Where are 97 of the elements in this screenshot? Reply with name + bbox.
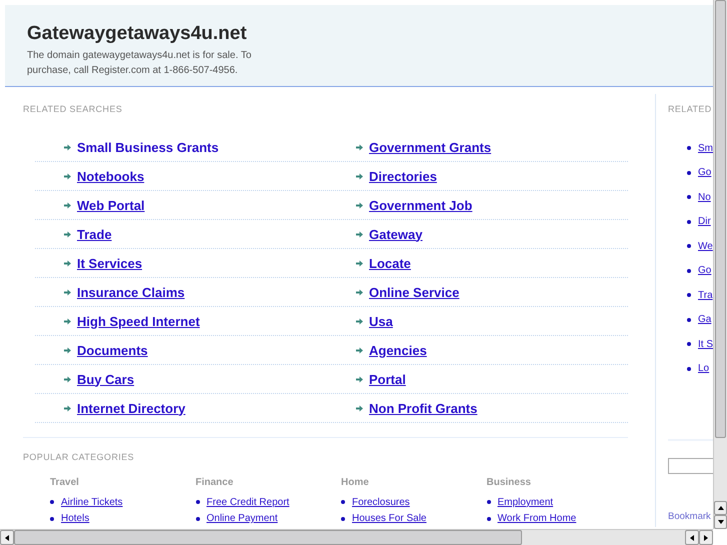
- left-triangle-icon: [689, 534, 695, 542]
- sale-notice: The domain gatewaygetaways4u.net is for sale. To purchase, call Register.com at 1-866-507-4956.: [27, 49, 252, 78]
- bullet-icon: [687, 244, 691, 248]
- arrow-icon: [64, 260, 71, 266]
- bullet-icon: [341, 516, 345, 521]
- arrow-icon: [356, 376, 363, 382]
- arrow-icon: [64, 144, 71, 150]
- search-link[interactable]: Non Profit Grants: [369, 400, 478, 416]
- sidebar-link[interactable]: Ga: [698, 314, 712, 326]
- search-link[interactable]: Notebooks: [77, 168, 144, 184]
- down-triangle-icon: [716, 519, 724, 525]
- sidebar-link[interactable]: Lo: [698, 363, 710, 374]
- search-link[interactable]: It Services: [77, 256, 142, 270]
- search-link[interactable]: Directories: [369, 168, 437, 184]
- site-title: Gatewaygetaways4u.net: [27, 23, 248, 45]
- category-link[interactable]: Foreclosures: [352, 496, 410, 508]
- arrow-icon: [64, 202, 71, 208]
- bullet-icon: [687, 342, 691, 346]
- section-heading: RELATED: [668, 104, 713, 114]
- bullet-icon: [486, 500, 490, 504]
- bullet-icon: [50, 516, 54, 521]
- scroll-up-button[interactable]: [714, 501, 727, 515]
- search-link[interactable]: Documents: [77, 342, 148, 358]
- sidebar-link[interactable]: We: [698, 240, 713, 252]
- search-link[interactable]: Usa: [369, 314, 393, 328]
- sidebar-link[interactable]: Tra: [698, 290, 713, 301]
- sidebar-link[interactable]: Sm: [698, 142, 713, 154]
- arrow-icon: [356, 202, 363, 208]
- category-link[interactable]: Free Credit Report: [206, 496, 290, 508]
- category-title: Home: [341, 477, 370, 490]
- category-link[interactable]: Hotels: [61, 513, 90, 524]
- search-link[interactable]: Gateway: [369, 226, 422, 242]
- search-link[interactable]: Locate: [369, 256, 411, 270]
- section-heading: POPULAR CATEGORIES: [23, 452, 136, 462]
- search-link[interactable]: Small Business Grants: [77, 140, 219, 154]
- search-link[interactable]: Trade: [77, 226, 112, 242]
- left-triangle-icon: [4, 534, 10, 542]
- category-title: Travel: [50, 477, 80, 490]
- bullet-icon: [687, 195, 691, 200]
- arrow-icon: [64, 288, 71, 296]
- bullet-icon: [687, 146, 691, 150]
- search-field[interactable]: [668, 458, 713, 474]
- search-link[interactable]: Web Portal: [77, 198, 145, 212]
- section-heading: RELATED SEARCHES: [23, 104, 124, 114]
- category-link[interactable]: Online Payment: [206, 513, 278, 524]
- scroll-right-button[interactable]: [699, 530, 713, 545]
- search-link[interactable]: Portal: [369, 372, 406, 386]
- scroll-left-button[interactable]: [0, 530, 14, 545]
- arrow-icon: [356, 318, 363, 324]
- arrow-icon: [356, 230, 363, 238]
- bullet-icon: [687, 170, 691, 175]
- arrow-icon: [356, 144, 363, 150]
- sidebar-link[interactable]: Go: [698, 265, 712, 276]
- category-link[interactable]: Employment: [498, 496, 554, 508]
- search-link[interactable]: Buy Cars: [77, 372, 134, 386]
- arrow-icon: [64, 318, 71, 324]
- scroll-down-button[interactable]: [714, 515, 727, 529]
- search-link[interactable]: Agencies: [369, 342, 427, 358]
- bullet-icon: [196, 500, 200, 504]
- arrow-icon: [64, 376, 71, 382]
- arrow-icon: [64, 172, 71, 180]
- bullet-icon: [341, 500, 345, 504]
- search-link[interactable]: Online Service: [369, 284, 460, 300]
- bullet-icon: [687, 268, 691, 273]
- search-link[interactable]: Government Job: [369, 198, 472, 212]
- arrow-icon: [356, 404, 363, 412]
- scroll-left-button[interactable]: [685, 530, 699, 545]
- sidebar-link[interactable]: No: [698, 192, 711, 203]
- search-link[interactable]: Internet Directory: [77, 400, 186, 416]
- arrow-icon: [64, 230, 71, 238]
- bookmark-link[interactable]: Bookmark: [668, 511, 713, 522]
- bullet-icon: [687, 366, 691, 371]
- category-link[interactable]: Airline Tickets: [61, 496, 123, 508]
- sidebar-link[interactable]: Go: [698, 167, 712, 178]
- sidebar-link[interactable]: It S: [698, 338, 713, 350]
- arrow-icon: [356, 346, 363, 354]
- search-link[interactable]: High Speed Internet: [77, 314, 200, 328]
- bullet-icon: [687, 318, 691, 322]
- search-link[interactable]: Insurance Claims: [77, 284, 185, 300]
- bullet-icon: [687, 220, 691, 224]
- arrow-icon: [356, 288, 363, 296]
- right-triangle-icon: [703, 534, 709, 542]
- sidebar-link[interactable]: Dir: [698, 216, 711, 228]
- category-link[interactable]: Work From Home: [498, 513, 576, 524]
- up-triangle-icon: [716, 505, 724, 511]
- bullet-icon: [687, 293, 691, 298]
- category-title: Business: [486, 477, 532, 490]
- category-link[interactable]: Houses For Sale: [352, 513, 426, 524]
- bullet-icon: [50, 500, 54, 504]
- search-link[interactable]: Government Grants: [369, 140, 492, 154]
- category-title: Finance: [196, 477, 234, 490]
- arrow-icon: [356, 172, 363, 180]
- bullet-icon: [486, 516, 490, 521]
- arrow-icon: [64, 346, 71, 354]
- bullet-icon: [196, 516, 200, 521]
- arrow-icon: [64, 404, 71, 412]
- arrow-icon: [356, 260, 363, 266]
